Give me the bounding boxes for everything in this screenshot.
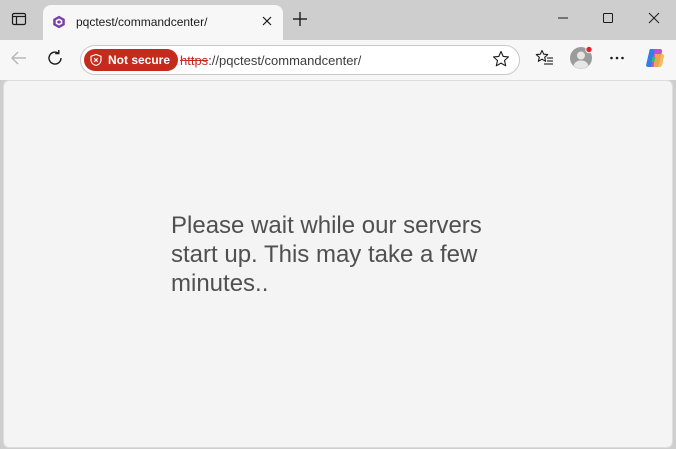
back-button[interactable] (7, 48, 31, 72)
maximize-button[interactable] (598, 10, 618, 30)
more-icon (608, 49, 626, 72)
avatar-icon (569, 45, 593, 75)
copilot-button[interactable] (643, 48, 667, 72)
tab-strip: pqctest/commandcenter/ (0, 0, 676, 40)
profile-button[interactable] (569, 45, 593, 75)
address-bar[interactable]: Not secure https://pqctest/commandcenter… (80, 45, 520, 75)
plus-icon (292, 11, 308, 32)
minimize-icon (557, 11, 569, 29)
refresh-icon (46, 49, 64, 72)
shield-icon (90, 54, 102, 66)
copilot-icon (644, 47, 666, 74)
page-viewport: Please wait while our servers start up. … (3, 80, 673, 448)
close-icon (648, 11, 660, 29)
url-path: ://pqctest/commandcenter/ (208, 53, 362, 68)
url-text[interactable]: https://pqctest/commandcenter/ (180, 53, 361, 68)
close-icon (262, 13, 272, 31)
tab-close-button[interactable] (259, 14, 275, 30)
active-tab[interactable]: pqctest/commandcenter/ (43, 5, 283, 40)
star-icon (492, 50, 510, 73)
favorites-list-icon (535, 48, 555, 73)
browser-toolbar: Not secure https://pqctest/commandcenter… (0, 40, 676, 80)
tab-actions-button[interactable] (6, 9, 32, 33)
loading-message: Please wait while our servers start up. … (171, 212, 482, 297)
minimize-button[interactable] (553, 10, 573, 30)
tab-actions-icon (11, 11, 27, 32)
add-favorite-button[interactable] (492, 50, 510, 73)
cube-favicon-icon (51, 14, 67, 30)
maximize-icon (602, 11, 614, 29)
security-label: Not secure (108, 53, 171, 67)
back-arrow-icon (10, 49, 28, 72)
tab-title: pqctest/commandcenter/ (76, 15, 208, 29)
new-tab-button[interactable] (290, 11, 310, 31)
not-secure-indicator[interactable]: Not secure (84, 49, 179, 71)
close-window-button[interactable] (644, 10, 664, 30)
url-scheme: https (180, 53, 209, 68)
favorites-button[interactable] (533, 48, 557, 72)
settings-and-more-button[interactable] (605, 48, 629, 72)
browser-window: pqctest/commandcenter/ Not secure https:… (0, 0, 676, 449)
refresh-button[interactable] (43, 48, 67, 72)
